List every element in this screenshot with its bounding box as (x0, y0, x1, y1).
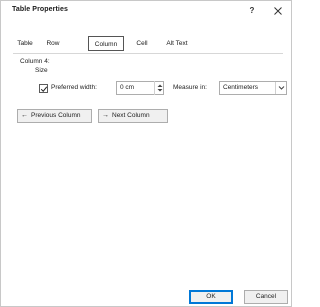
checkmark-icon (40, 86, 48, 92)
title-bar: Table Properties ? (1, 1, 291, 25)
previous-column-label: Previous Column (31, 112, 81, 119)
tab-cell-label: Cell (136, 40, 148, 47)
close-icon (274, 7, 282, 15)
column-heading: Column 4: (20, 58, 50, 65)
ok-button[interactable]: OK (189, 290, 233, 304)
width-spinner[interactable] (154, 81, 164, 95)
next-column-button[interactable]: → Next Column (98, 109, 168, 123)
measure-in-label: Measure in: (173, 84, 207, 91)
tab-cell[interactable]: Cell (130, 37, 154, 52)
next-column-label: Next Column (112, 112, 150, 119)
spinner-arrows-icon (157, 84, 163, 92)
tab-strip: Table Row Column Cell Alt Text (13, 36, 283, 53)
tab-divider (13, 53, 283, 54)
measure-in-value: Centimeters (223, 84, 259, 91)
tab-row-label: Row (46, 40, 60, 47)
arrow-right-icon: → (102, 112, 109, 119)
measure-in-select[interactable]: Centimeters (219, 81, 287, 95)
tab-column-label: Column (94, 41, 118, 48)
tab-row[interactable]: Row (41, 37, 65, 52)
close-button[interactable] (271, 4, 285, 18)
cancel-button[interactable]: Cancel (244, 290, 288, 304)
help-button[interactable]: ? (245, 4, 259, 18)
size-section-label: Size (35, 67, 48, 74)
tab-alt-text[interactable]: Alt Text (161, 37, 193, 52)
table-properties-dialog: Table Properties ? Table Row Column Cell… (0, 0, 292, 307)
tab-table[interactable]: Table (13, 37, 37, 52)
tab-column[interactable]: Column (88, 36, 124, 51)
preferred-width-checkbox[interactable] (39, 84, 48, 93)
dialog-title: Table Properties (12, 6, 68, 13)
chevron-down-icon (275, 82, 286, 94)
arrow-left-icon: ← (21, 112, 28, 119)
preferred-width-label: Preferred width: (51, 84, 97, 91)
previous-column-button[interactable]: ← Previous Column (17, 109, 92, 123)
tab-table-label: Table (17, 40, 33, 47)
tab-alt-text-label: Alt Text (166, 40, 188, 47)
